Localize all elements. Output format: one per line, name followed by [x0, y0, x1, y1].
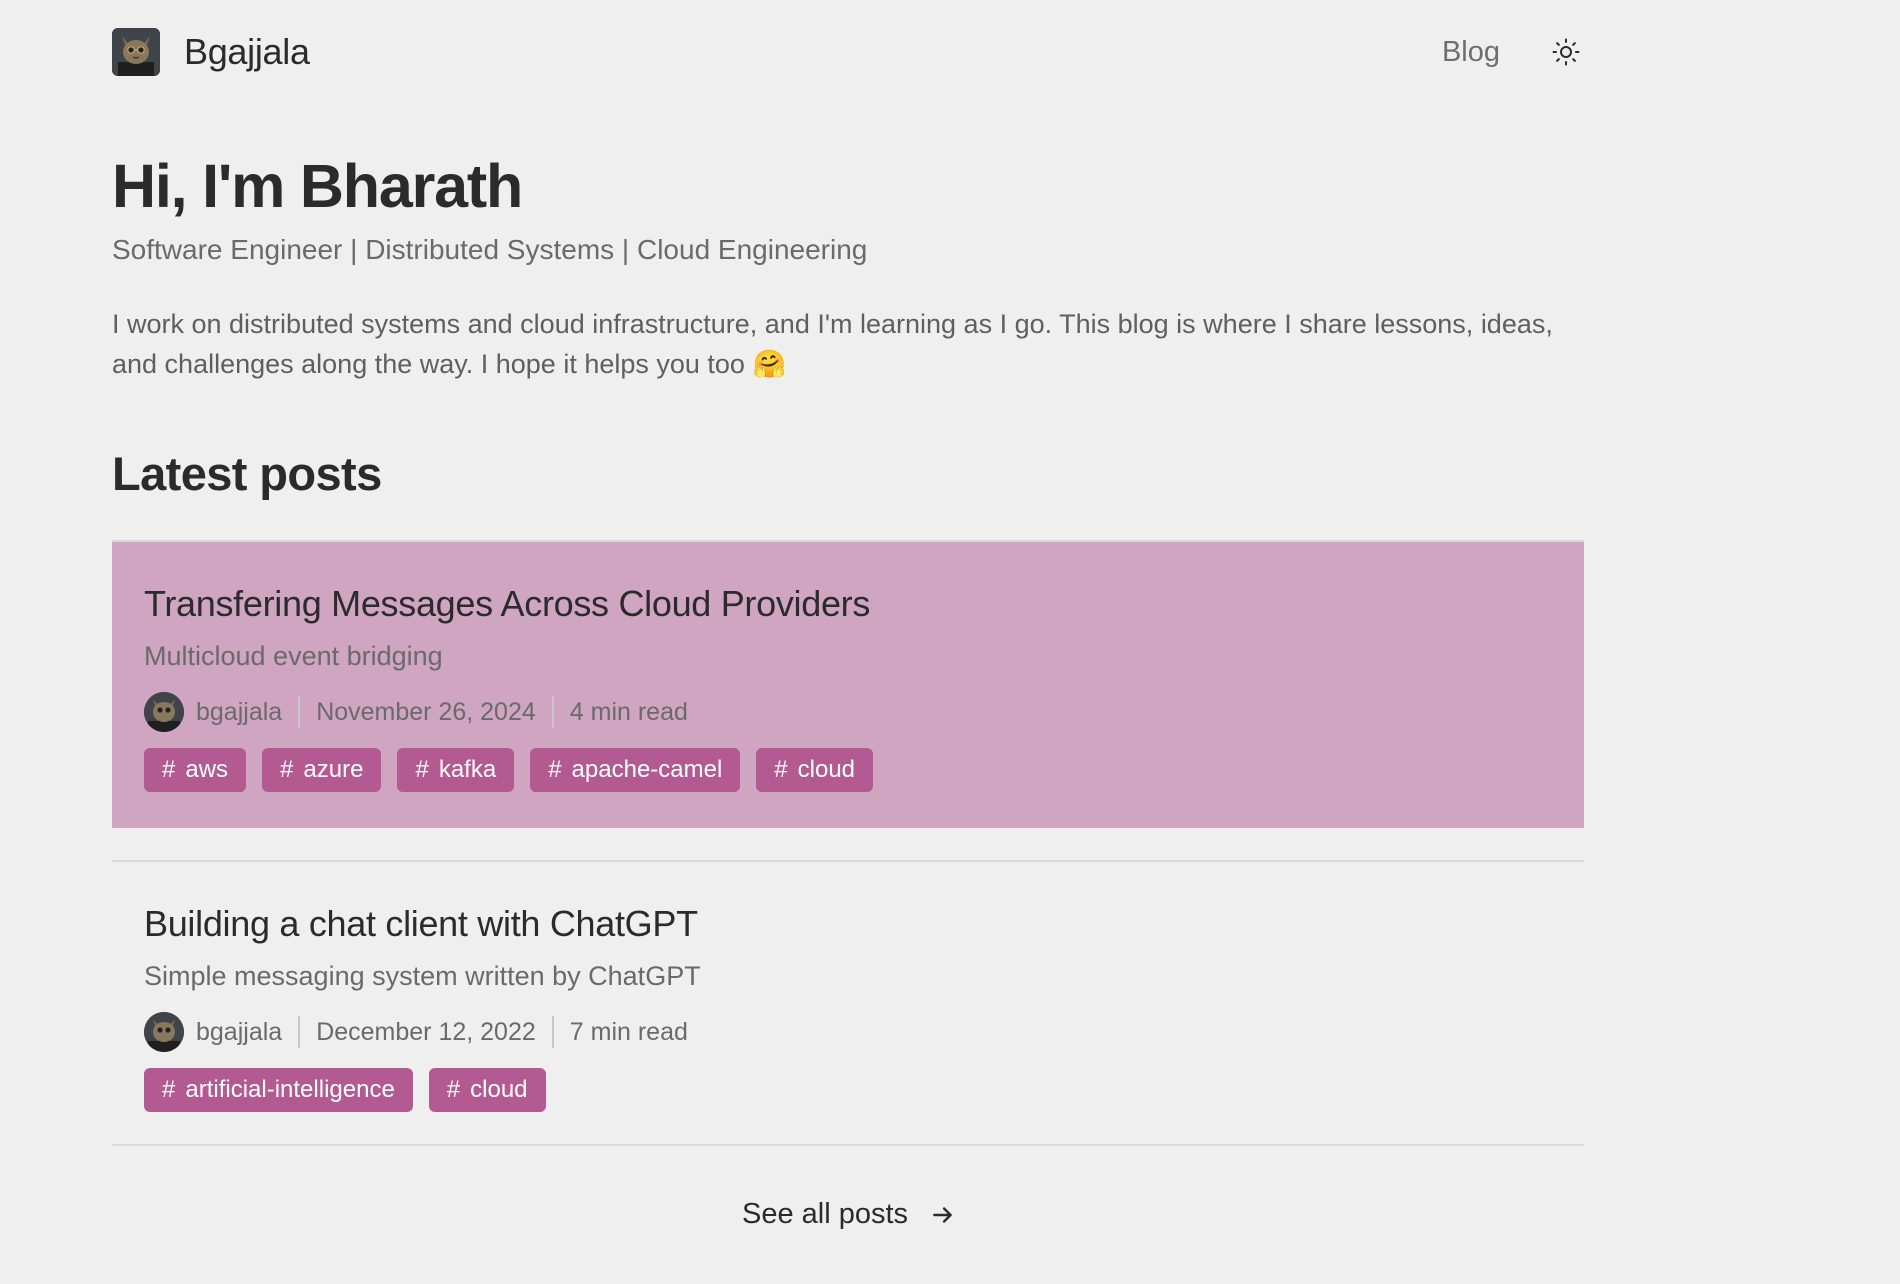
tag-label: azure — [303, 756, 364, 783]
post-tags: # artificial-intelligence # cloud — [144, 1068, 1552, 1112]
hero-description: I work on distributed systems and cloud … — [112, 309, 1553, 379]
post-meta: bgajjala December 12, 2022 7 min read — [144, 1012, 1552, 1052]
arrow-right-icon — [933, 1206, 952, 1223]
hash-icon: # — [774, 756, 788, 783]
post-title-link[interactable]: Building a chat client with ChatGPT — [144, 902, 1552, 946]
home-link[interactable]: Bgajjala — [112, 28, 310, 76]
meta-separator — [298, 696, 301, 728]
post-author: bgajjala — [196, 697, 283, 726]
post-date: November 26, 2024 — [316, 697, 536, 726]
page: Bgajjala Blog Hi, I'm Bharath Software E… — [0, 0, 1900, 1284]
post-meta: bgajjala November 26, 2024 4 min read — [144, 692, 1552, 732]
tag-cloud[interactable]: # cloud — [756, 748, 874, 792]
author-avatar — [144, 1012, 184, 1052]
meta-separator — [298, 1016, 301, 1048]
sun-icon — [1552, 38, 1580, 66]
hero-title: Hi, I'm Bharath — [112, 152, 523, 220]
post-description: Multicloud event bridging — [144, 641, 443, 671]
post-title-link[interactable]: Transfering Messages Across Cloud Provid… — [144, 582, 1552, 626]
post-description: Simple messaging system written by ChatG… — [144, 961, 701, 991]
tag-cloud[interactable]: # cloud — [428, 1068, 546, 1112]
hash-icon: # — [415, 756, 429, 783]
author-avatar — [144, 692, 184, 732]
tag-label: cloud — [797, 756, 856, 783]
post-card[interactable]: Transfering Messages Across Cloud Provid… — [112, 542, 1584, 828]
see-all-posts-link[interactable]: See all posts — [742, 1198, 956, 1231]
hero-subtitle: Software Engineer | Distributed Systems … — [112, 234, 868, 265]
see-all-label: See all posts — [742, 1198, 909, 1230]
site-avatar — [112, 28, 160, 76]
tag-artificial-intelligence[interactable]: # artificial-intelligence — [144, 1068, 413, 1112]
tag-apache-camel[interactable]: # apache-camel — [530, 748, 741, 792]
hash-icon: # — [548, 756, 562, 783]
tag-label: apache-camel — [571, 756, 723, 783]
meta-separator — [551, 1016, 554, 1048]
post-date: December 12, 2022 — [316, 1017, 536, 1046]
site-header: Bgajjala Blog — [112, 28, 1584, 76]
post-list: Transfering Messages Across Cloud Provid… — [112, 540, 1584, 1146]
tag-label: artificial-intelligence — [185, 1076, 395, 1103]
post-author: bgajjala — [196, 1017, 283, 1046]
post-read-time: 4 min read — [569, 697, 688, 726]
hash-icon: # — [162, 1076, 176, 1103]
hash-icon: # — [280, 756, 294, 783]
meta-separator — [551, 696, 554, 728]
tag-label: cloud — [470, 1076, 528, 1103]
hash-icon: # — [446, 1076, 461, 1103]
post-read-time: 7 min read — [569, 1017, 688, 1046]
post-card[interactable]: Building a chat client with ChatGPT Simp… — [112, 862, 1584, 1146]
post-tags: # aws # azure # kafka # apache-camel # cloud — [144, 748, 1552, 792]
nav-blog-link[interactable]: Blog — [1442, 36, 1500, 69]
tag-label: aws — [185, 756, 229, 783]
theme-toggle-button[interactable] — [1548, 34, 1584, 70]
tag-aws[interactable]: # aws — [144, 748, 247, 792]
hash-icon: # — [162, 756, 176, 783]
site-name: Bgajjala — [184, 31, 310, 72]
tag-label: kafka — [438, 756, 497, 783]
hero-section: Hi, I'm Bharath Software Engineer | Dist… — [112, 148, 1584, 384]
main-nav: Blog — [1442, 34, 1584, 70]
latest-posts-heading: Latest posts — [112, 447, 382, 500]
tag-kafka[interactable]: # kafka — [397, 748, 515, 792]
tag-azure[interactable]: # azure — [262, 748, 382, 792]
